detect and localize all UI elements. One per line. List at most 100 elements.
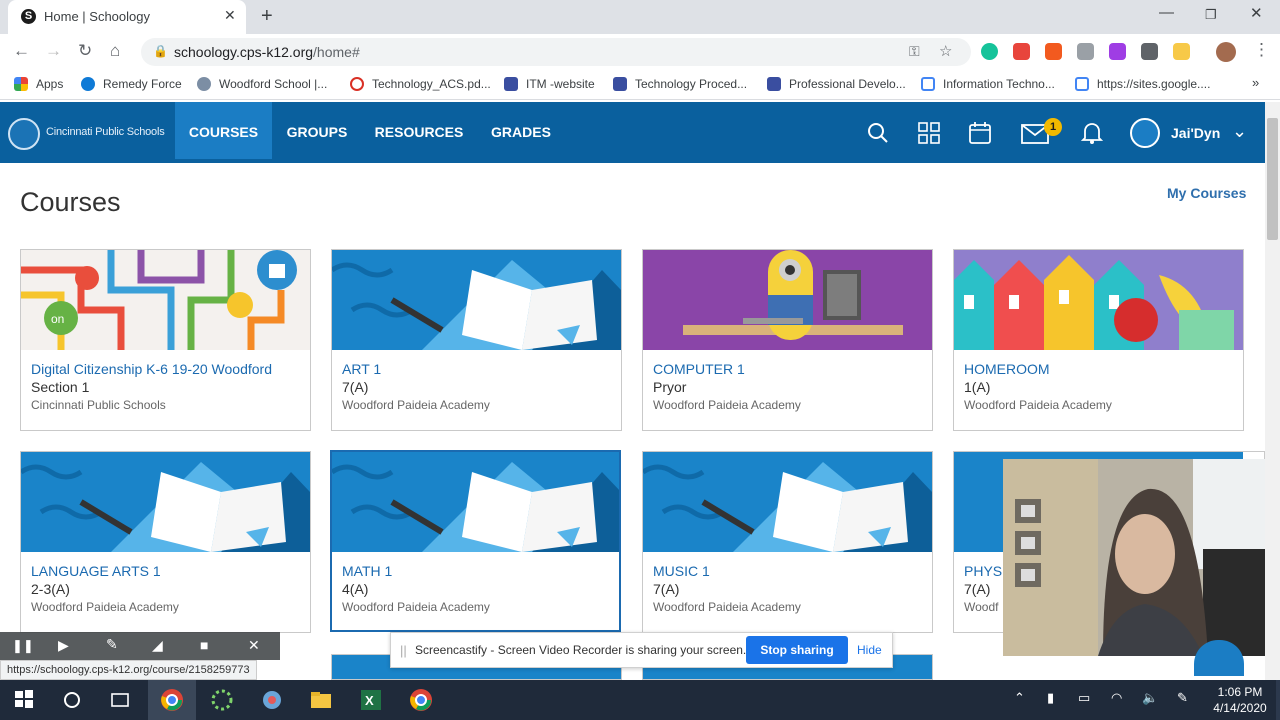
taskbar-clock[interactable]: 1:06 PM 4/14/2020 xyxy=(1205,684,1275,716)
clock-time: 1:06 PM xyxy=(1217,685,1263,699)
bookmark-information-technology[interactable]: Information Techno... xyxy=(921,77,1055,91)
extension-icon[interactable] xyxy=(1173,43,1190,60)
battery-icon[interactable]: ▭ xyxy=(1078,690,1090,706)
extension-icon[interactable] xyxy=(1109,43,1126,60)
user-name[interactable]: Jai'Dyn xyxy=(1171,125,1220,141)
address-bar[interactable]: 🔒 schoology.cps-k12.org/home# ⚿ ☆ xyxy=(141,38,971,66)
grammarly-extension-icon[interactable] xyxy=(981,43,998,60)
recorder-controls: ❚❚ ▶ ✎ ◢ ■ ✕ xyxy=(0,632,280,660)
bookmark-professional-development[interactable]: Professional Develo... xyxy=(767,77,906,91)
close-icon[interactable]: ✕ xyxy=(248,637,260,654)
pen-icon[interactable]: ✎ xyxy=(106,636,118,653)
nav-groups[interactable]: GROUPS xyxy=(272,102,362,159)
forward-icon[interactable]: → xyxy=(45,41,62,61)
camera-icon[interactable]: ■ xyxy=(200,637,208,653)
tray-expand-icon[interactable]: ⌃ xyxy=(1014,690,1025,706)
bookmark-remedy-force[interactable]: Remedy Force xyxy=(81,77,182,91)
task-view-icon[interactable] xyxy=(108,688,132,712)
district-logo[interactable]: Cincinnati Public Schools xyxy=(8,118,168,150)
apps-grid-icon[interactable] xyxy=(918,122,940,144)
cortana-search-icon[interactable] xyxy=(60,688,84,712)
chrome-taskbar-icon[interactable] xyxy=(409,688,433,712)
stop-sharing-button[interactable]: Stop sharing xyxy=(746,636,848,664)
new-tab-icon[interactable]: + xyxy=(261,5,273,28)
course-name[interactable]: MUSIC 1 xyxy=(653,563,710,579)
bookmarks-overflow-icon[interactable]: » xyxy=(1252,75,1259,90)
course-section: Section 1 xyxy=(31,379,90,395)
excel-icon[interactable]: X xyxy=(359,688,383,712)
nav-courses[interactable]: COURSES xyxy=(175,102,272,159)
course-name[interactable]: Digital Citizenship K-6 19-20 Woodford xyxy=(31,361,272,377)
nav-resources[interactable]: RESOURCES xyxy=(362,102,476,159)
course-name[interactable]: COMPUTER 1 xyxy=(653,361,745,377)
wifi-icon[interactable]: ◠ xyxy=(1111,690,1122,706)
pause-icon[interactable]: ❚❚ xyxy=(12,638,34,654)
course-section: 7(A) xyxy=(653,581,680,597)
lock-icon: 🔒 xyxy=(153,44,168,58)
bookmark-itm-website[interactable]: ITM -website xyxy=(504,77,595,91)
course-name[interactable]: LANGUAGE ARTS 1 xyxy=(31,563,161,579)
window-close-icon[interactable]: ✕ xyxy=(1250,4,1263,22)
scrollbar-thumb[interactable] xyxy=(1267,118,1278,240)
eraser-icon[interactable]: ◢ xyxy=(152,637,163,654)
key-icon[interactable]: ⚿ xyxy=(909,43,920,60)
course-card[interactable]: on Digital Citizenship K-6 19-20 Woodfor… xyxy=(20,249,311,431)
houses-course-image xyxy=(954,250,1243,350)
extension-icon[interactable] xyxy=(1077,43,1094,60)
show-desktop-button[interactable] xyxy=(1276,680,1280,720)
clock-date: 4/14/2020 xyxy=(1213,701,1267,715)
chrome-taskbar-icon[interactable] xyxy=(160,688,184,712)
course-name[interactable]: HOMEROOM xyxy=(964,361,1050,377)
course-card[interactable]: MUSIC 1 7(A) Woodford Paideia Academy xyxy=(642,451,933,633)
bookmark-sites-google[interactable]: https://sites.google.... xyxy=(1075,77,1210,91)
user-avatar[interactable] xyxy=(1130,118,1160,148)
play-icon[interactable]: ▶ xyxy=(58,637,69,654)
bookmark-apps[interactable]: Apps xyxy=(14,77,63,91)
browser-tab[interactable]: S Home | Schoology ✕ xyxy=(8,0,246,34)
hide-button[interactable]: Hide xyxy=(857,643,882,657)
course-name[interactable]: ART 1 xyxy=(342,361,381,377)
windows-start-icon[interactable] xyxy=(14,688,38,712)
course-card[interactable]: LANGUAGE ARTS 1 2-3(A) Woodford Paideia … xyxy=(20,451,311,633)
course-name[interactable]: PHYS xyxy=(964,563,1002,579)
drag-handle-icon[interactable]: || xyxy=(400,643,407,658)
browser-toolbar: ← → ↻ ⌂ 🔒 schoology.cps-k12.org/home# ⚿ … xyxy=(0,34,1280,70)
profile-avatar-icon[interactable] xyxy=(1216,42,1236,62)
minion-computer-course-image xyxy=(643,250,932,350)
bookmark-technology-acs[interactable]: Technology_ACS.pd... xyxy=(350,77,491,91)
tab-close-icon[interactable]: ✕ xyxy=(224,7,236,24)
course-card[interactable]: MATH 1 4(A) Woodford Paideia Academy xyxy=(330,450,621,632)
back-icon[interactable]: ← xyxy=(13,41,30,61)
course-card[interactable]: ART 1 7(A) Woodford Paideia Academy xyxy=(331,249,622,431)
screencastify-extension-icon[interactable] xyxy=(1013,43,1030,60)
file-explorer-icon[interactable] xyxy=(309,688,333,712)
volume-icon[interactable]: 🔈 xyxy=(1142,690,1158,706)
search-icon[interactable] xyxy=(867,122,889,144)
course-card[interactable]: COMPUTER 1 Pryor Woodford Paideia Academ… xyxy=(642,249,933,431)
notifications-bell-icon[interactable] xyxy=(1081,121,1103,145)
home-icon[interactable]: ⌂ xyxy=(110,41,120,61)
minimize-icon[interactable]: — xyxy=(1159,4,1174,21)
bookmark-woodford-school[interactable]: Woodford School |... xyxy=(197,77,327,91)
link-status-url: https://schoology.cps-k12.org/course/215… xyxy=(0,660,257,680)
course-name[interactable]: MATH 1 xyxy=(342,563,392,579)
course-school: Woodford Paideia Academy xyxy=(964,398,1112,412)
extension-icon[interactable] xyxy=(1141,43,1158,60)
calendar-icon[interactable] xyxy=(968,121,992,145)
my-courses-link[interactable]: My Courses xyxy=(1167,185,1246,201)
snipping-tool-icon[interactable] xyxy=(260,688,284,712)
extension-icon[interactable] xyxy=(1045,43,1062,60)
bookmarks-bar: Apps Remedy Force Woodford School |... T… xyxy=(0,70,1280,100)
chevron-down-icon[interactable]: ⌄ xyxy=(1232,121,1247,142)
reload-icon[interactable]: ↻ xyxy=(78,41,92,61)
bookmark-star-icon[interactable]: ☆ xyxy=(939,42,952,60)
course-card[interactable]: HOMEROOM 1(A) Woodford Paideia Academy xyxy=(953,249,1244,431)
microphone-icon[interactable]: ▮ xyxy=(1047,690,1054,706)
restore-icon[interactable]: ❐ xyxy=(1205,7,1217,23)
pen-workspace-icon[interactable]: ✎ xyxy=(1177,690,1188,706)
chrome-menu-icon[interactable]: ⋮ xyxy=(1253,40,1270,60)
bookmark-technology-procedures[interactable]: Technology Proced... xyxy=(613,77,747,91)
page-title: Courses xyxy=(20,187,121,217)
loading-app-icon[interactable] xyxy=(210,688,234,712)
nav-grades[interactable]: GRADES xyxy=(476,102,566,159)
